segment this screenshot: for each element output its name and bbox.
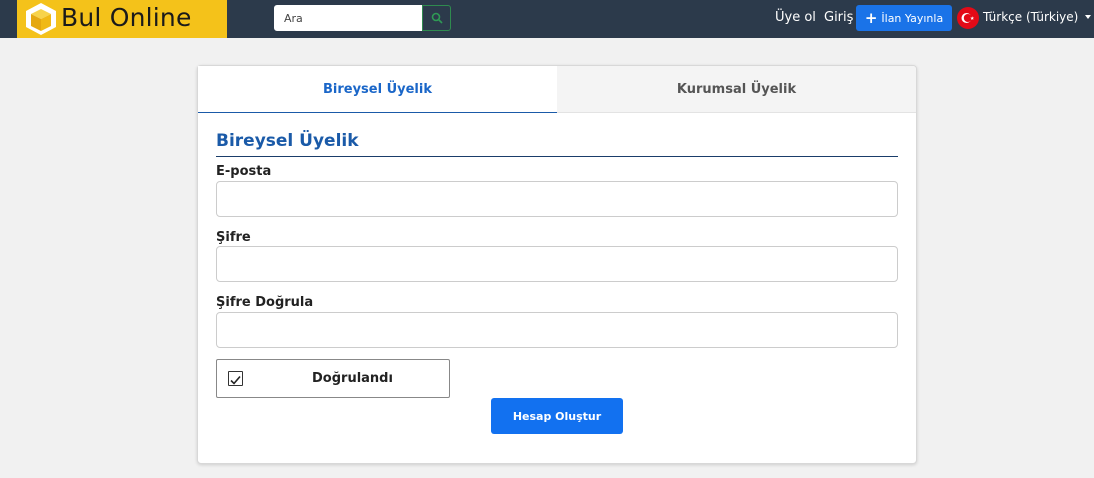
post-listing-label: İlan Yayınla (881, 11, 944, 25)
tab-individual[interactable]: Bireysel Üyelik (198, 66, 557, 113)
checkmark-icon (230, 375, 241, 385)
search-button[interactable] (422, 5, 451, 31)
turkey-flag-icon[interactable] (957, 7, 979, 29)
register-link[interactable]: Üye ol (775, 10, 816, 25)
login-link[interactable]: Giriş (824, 10, 853, 25)
cube-logo-icon (26, 3, 56, 35)
flag-graphic (961, 13, 975, 23)
verification-widget[interactable]: Doğrulandı (216, 359, 450, 398)
plus-icon: + (864, 8, 878, 27)
confirm-password-label: Şifre Doğrula (216, 295, 314, 310)
caret-down-icon[interactable] (1085, 15, 1091, 19)
brand-logo[interactable]: Bul Online (17, 0, 227, 38)
tab-label: Kurumsal Üyelik (676, 81, 797, 97)
verification-label: Doğrulandı (312, 371, 393, 386)
search-icon (431, 12, 443, 24)
form-title: Bireysel Üyelik (216, 131, 359, 151)
title-divider (216, 156, 898, 157)
brand-name: Bul Online (61, 3, 192, 32)
language-selector[interactable]: Türkçe (Türkiye) (983, 10, 1078, 24)
create-account-label: Hesap Oluştur (512, 409, 602, 423)
tab-corporate[interactable]: Kurumsal Üyelik (557, 66, 916, 113)
confirm-password-field[interactable] (216, 312, 898, 348)
tab-label: Bireysel Üyelik (322, 81, 432, 97)
registration-card: Bireysel Üyelik Kurumsal Üyelik Bireysel… (197, 65, 917, 464)
top-navbar: Bul Online Üye ol Giriş + İlan Yayınla T… (0, 0, 1094, 38)
email-field[interactable] (216, 181, 898, 217)
post-listing-button[interactable]: + İlan Yayınla (856, 5, 952, 31)
password-label: Şifre (216, 230, 251, 245)
checkbox-checked-icon[interactable] (228, 371, 243, 386)
search-bar (274, 5, 451, 31)
search-input[interactable] (274, 5, 422, 31)
email-label: E-posta (216, 164, 272, 179)
password-field[interactable] (216, 246, 898, 282)
create-account-button[interactable]: Hesap Oluştur (491, 398, 623, 434)
